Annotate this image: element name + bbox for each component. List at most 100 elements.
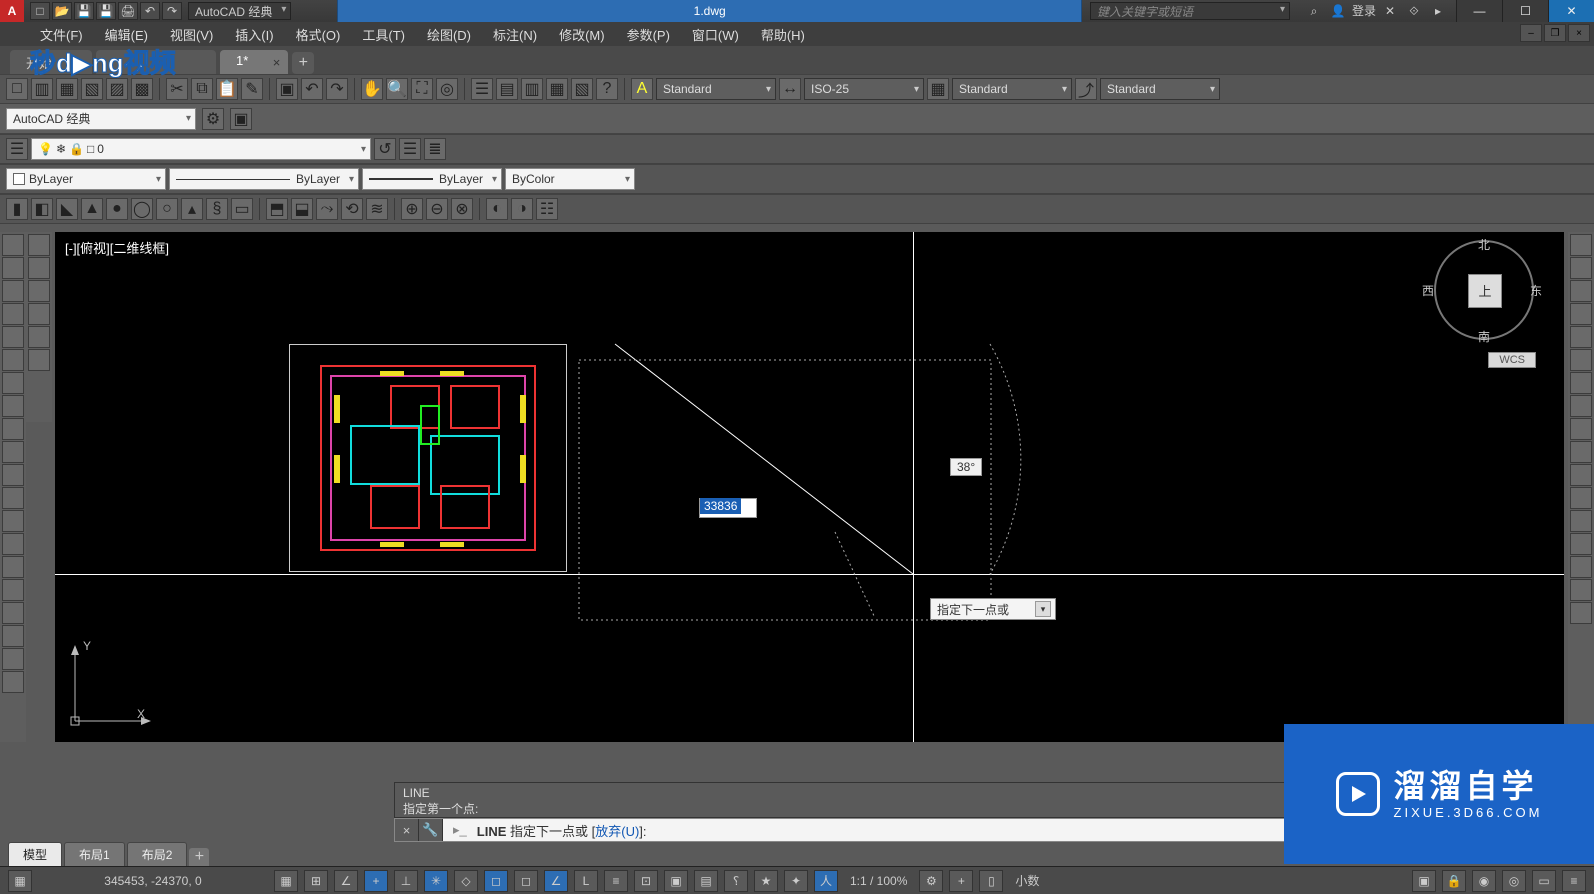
maximize-button[interactable]: ☐: [1502, 0, 1548, 22]
qcalc-button[interactable]: ▧: [571, 78, 593, 100]
mtext-icon[interactable]: [2, 648, 24, 670]
insert-icon[interactable]: [2, 487, 24, 509]
revcloud-icon[interactable]: [2, 395, 24, 417]
dynamic-prompt-box[interactable]: 指定下一点或: [930, 598, 1056, 620]
loft-icon[interactable]: ≋: [366, 198, 388, 220]
drawing-canvas[interactable]: [-][俯视][二维线框] 上 北 南 西 东 WCS: [55, 232, 1564, 742]
lockui-icon[interactable]: 🔒: [1442, 870, 1466, 892]
cmd-undo-option[interactable]: 放弃(U): [595, 824, 639, 839]
mdi-close-button[interactable]: ×: [1568, 24, 1590, 42]
layer-manager-icon[interactable]: ☰: [6, 138, 28, 160]
menu-draw[interactable]: 绘图(D): [427, 25, 471, 44]
xline-icon[interactable]: [2, 257, 24, 279]
planesurf-icon[interactable]: ▭: [231, 198, 253, 220]
hatchback-icon[interactable]: [28, 349, 50, 371]
menu-window[interactable]: 窗口(W): [692, 25, 739, 44]
mdi-minimize-button[interactable]: –: [1520, 24, 1542, 42]
customize-icon[interactable]: ≡: [1562, 870, 1586, 892]
layout-add-button[interactable]: +: [189, 848, 209, 866]
line-icon[interactable]: [2, 234, 24, 256]
lineweight-combo[interactable]: ByLayer: [362, 168, 502, 190]
presspull-icon[interactable]: ⬓: [291, 198, 313, 220]
menu-file[interactable]: 文件(F): [40, 25, 83, 44]
array-icon[interactable]: [1570, 326, 1592, 348]
osnap-toggle[interactable]: ◻: [484, 870, 508, 892]
sendback-icon[interactable]: [28, 257, 50, 279]
otrack-toggle[interactable]: ∠: [544, 870, 568, 892]
trim-icon[interactable]: [1570, 441, 1592, 463]
units-readout[interactable]: 小数: [1009, 872, 1045, 889]
signin-icon[interactable]: 👤: [1328, 2, 1348, 20]
region-icon[interactable]: [2, 602, 24, 624]
menu-view[interactable]: 视图(V): [170, 25, 213, 44]
tablestyle-icon[interactable]: ▦: [927, 78, 949, 100]
fillet-icon[interactable]: [1570, 556, 1592, 578]
mleaderstyle-icon[interactable]: ⤴: [1075, 78, 1097, 100]
anno-monitor-icon[interactable]: +: [949, 870, 973, 892]
revolve-icon[interactable]: ⟲: [341, 198, 363, 220]
menu-dim[interactable]: 标注(N): [493, 25, 537, 44]
3dosnap-toggle[interactable]: ◻: [514, 870, 538, 892]
table-icon[interactable]: [2, 625, 24, 647]
hatch-icon[interactable]: [2, 556, 24, 578]
textstyle-combo[interactable]: Standard: [656, 78, 776, 100]
bringabove-icon[interactable]: [28, 280, 50, 302]
pyramid-icon[interactable]: ▴: [181, 198, 203, 220]
mirror-icon[interactable]: [1570, 280, 1592, 302]
thicken-icon[interactable]: ◑: [511, 198, 533, 220]
dimstyle-combo[interactable]: ISO-25: [804, 78, 924, 100]
minimize-button[interactable]: —: [1456, 0, 1502, 22]
menu-format[interactable]: 格式(O): [296, 25, 341, 44]
textfront-icon[interactable]: [28, 326, 50, 348]
workspace-combo[interactable]: AutoCAD 经典: [6, 108, 196, 130]
menu-tools[interactable]: 工具(T): [362, 25, 405, 44]
polysolid-icon[interactable]: ▮: [6, 198, 28, 220]
qp-toggle[interactable]: ▣: [664, 870, 688, 892]
helix-icon[interactable]: §: [206, 198, 228, 220]
blockedit-button[interactable]: ▣: [276, 78, 298, 100]
dynamic-input-toggle[interactable]: +: [364, 870, 388, 892]
infer-toggle[interactable]: ∠: [334, 870, 358, 892]
new-button[interactable]: □: [6, 78, 28, 100]
point-icon[interactable]: [2, 533, 24, 555]
mleaderstyle-combo[interactable]: Standard: [1100, 78, 1220, 100]
viewcube[interactable]: 上 北 南 西 东: [1434, 240, 1544, 370]
cylinder-icon[interactable]: ◯: [131, 198, 153, 220]
ws-gear-icon[interactable]: ⚙: [919, 870, 943, 892]
mark-button[interactable]: ▦: [546, 78, 568, 100]
hardware-icon[interactable]: ◉: [1472, 870, 1496, 892]
slice-icon[interactable]: ◐: [486, 198, 508, 220]
anno-scale-toggle[interactable]: 人: [814, 870, 838, 892]
break-icon[interactable]: [1570, 487, 1592, 509]
intersect-icon[interactable]: ⊗: [451, 198, 473, 220]
color-combo[interactable]: ByLayer: [6, 168, 166, 190]
circle-icon[interactable]: [2, 372, 24, 394]
imprint-icon[interactable]: ☷: [536, 198, 558, 220]
menu-param[interactable]: 参数(P): [627, 25, 670, 44]
isolate-icon[interactable]: ◎: [1502, 870, 1526, 892]
wcs-badge[interactable]: WCS: [1488, 352, 1536, 368]
workspace-indicator[interactable]: AutoCAD 经典: [188, 2, 291, 20]
infocenter-icon[interactable]: ⌕: [1304, 2, 1324, 20]
ellipsearc-icon[interactable]: [2, 464, 24, 486]
viewcube-top-face[interactable]: 上: [1468, 274, 1502, 308]
erase-icon[interactable]: [1570, 234, 1592, 256]
zoom-prev-button[interactable]: ◎: [436, 78, 458, 100]
help-button[interactable]: ?: [596, 78, 618, 100]
layer-combo[interactable]: 💡 ❄ 🔒 □ 0: [31, 138, 371, 160]
copy2-icon[interactable]: [1570, 257, 1592, 279]
block-icon[interactable]: [2, 510, 24, 532]
polar-toggle[interactable]: ✳: [424, 870, 448, 892]
subtract-icon[interactable]: ⊖: [426, 198, 448, 220]
props-button[interactable]: ☰: [471, 78, 493, 100]
bringfront-icon[interactable]: [28, 234, 50, 256]
textstyle-icon[interactable]: A: [631, 78, 653, 100]
extrude-icon[interactable]: ⬒: [266, 198, 288, 220]
sc-toggle[interactable]: ▤: [694, 870, 718, 892]
app-logo[interactable]: A: [0, 0, 24, 22]
ducs-toggle[interactable]: L: [574, 870, 598, 892]
layout-tab-model[interactable]: 模型: [8, 842, 62, 866]
dynamic-length-input[interactable]: 33836: [699, 498, 757, 518]
ortho-toggle[interactable]: ⊥: [394, 870, 418, 892]
spline-icon[interactable]: [2, 418, 24, 440]
